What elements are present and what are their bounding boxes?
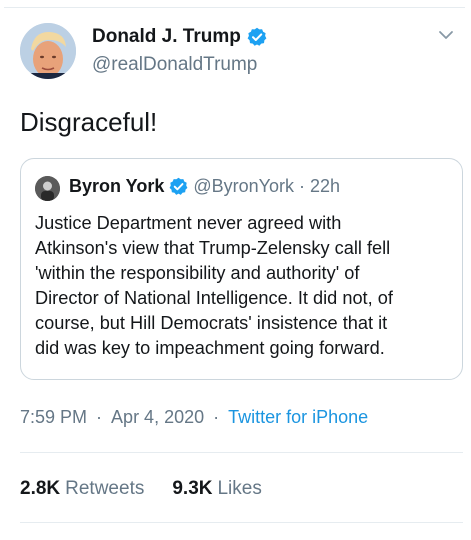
quoted-tweet-header: Byron York @ByronYork · 22h [69, 176, 340, 197]
likes-count: 9.3K [172, 478, 213, 499]
verified-badge-icon [169, 177, 188, 196]
quoted-tweet-body: Justice Department never agreed with Atk… [35, 211, 450, 361]
quoted-separator: · [299, 176, 306, 196]
quoted-author-handle[interactable]: @ByronYork [193, 176, 294, 197]
top-divider [4, 7, 465, 8]
author-handle[interactable]: @realDonaldTrump [92, 54, 257, 76]
retweets-stat[interactable]: 2.8K Retweets [20, 478, 144, 500]
chevron-down-icon[interactable] [437, 26, 455, 44]
quoted-text-line: Director of National Intelligence. It di… [35, 288, 393, 308]
profile-photo-icon [20, 23, 76, 79]
quoted-author-name[interactable]: Byron York [69, 176, 164, 197]
verified-badge-icon [247, 27, 267, 47]
meta-separator: · [96, 407, 103, 427]
quoted-text-line: course, but Hill Democrats' insistence t… [35, 313, 388, 333]
quoted-tweet-card[interactable]: Byron York @ByronYork · 22h Justice Depa… [20, 158, 463, 380]
tweet-meta: 7:59 PM · Apr 4, 2020 · Twitter for iPho… [20, 407, 368, 428]
profile-photo-icon [35, 176, 60, 201]
meta-separator: · [213, 407, 220, 427]
quoted-timestamp[interactable]: 22h [310, 176, 340, 197]
stats-divider-bottom [20, 522, 463, 523]
author-avatar[interactable] [20, 23, 76, 79]
likes-stat[interactable]: 9.3K Likes [172, 478, 262, 500]
tweet-date[interactable]: Apr 4, 2020 [111, 407, 204, 428]
retweets-count: 2.8K [20, 478, 61, 499]
author-name[interactable]: Donald J. Trump [92, 26, 241, 48]
quoted-author-avatar[interactable] [35, 176, 60, 201]
quoted-text-line: did was key to impeachment going forward… [35, 338, 385, 358]
quoted-text-line: 'within the responsibility and authority… [35, 263, 360, 283]
retweets-label: Retweets [65, 478, 145, 499]
tweet-source-link[interactable]: Twitter for iPhone [228, 407, 368, 428]
author-name-row: Donald J. Trump [92, 26, 267, 48]
likes-label: Likes [217, 478, 262, 499]
quoted-text-line: Justice Department never agreed with [35, 213, 342, 233]
quoted-text-line: Atkinson's view that Trump-Zelensky call… [35, 238, 391, 258]
stats-divider-top [20, 452, 463, 453]
tweet-time[interactable]: 7:59 PM [20, 407, 87, 428]
tweet-stats: 2.8K Retweets 9.3K Likes [20, 478, 262, 500]
tweet-text: Disgraceful! [20, 107, 158, 137]
